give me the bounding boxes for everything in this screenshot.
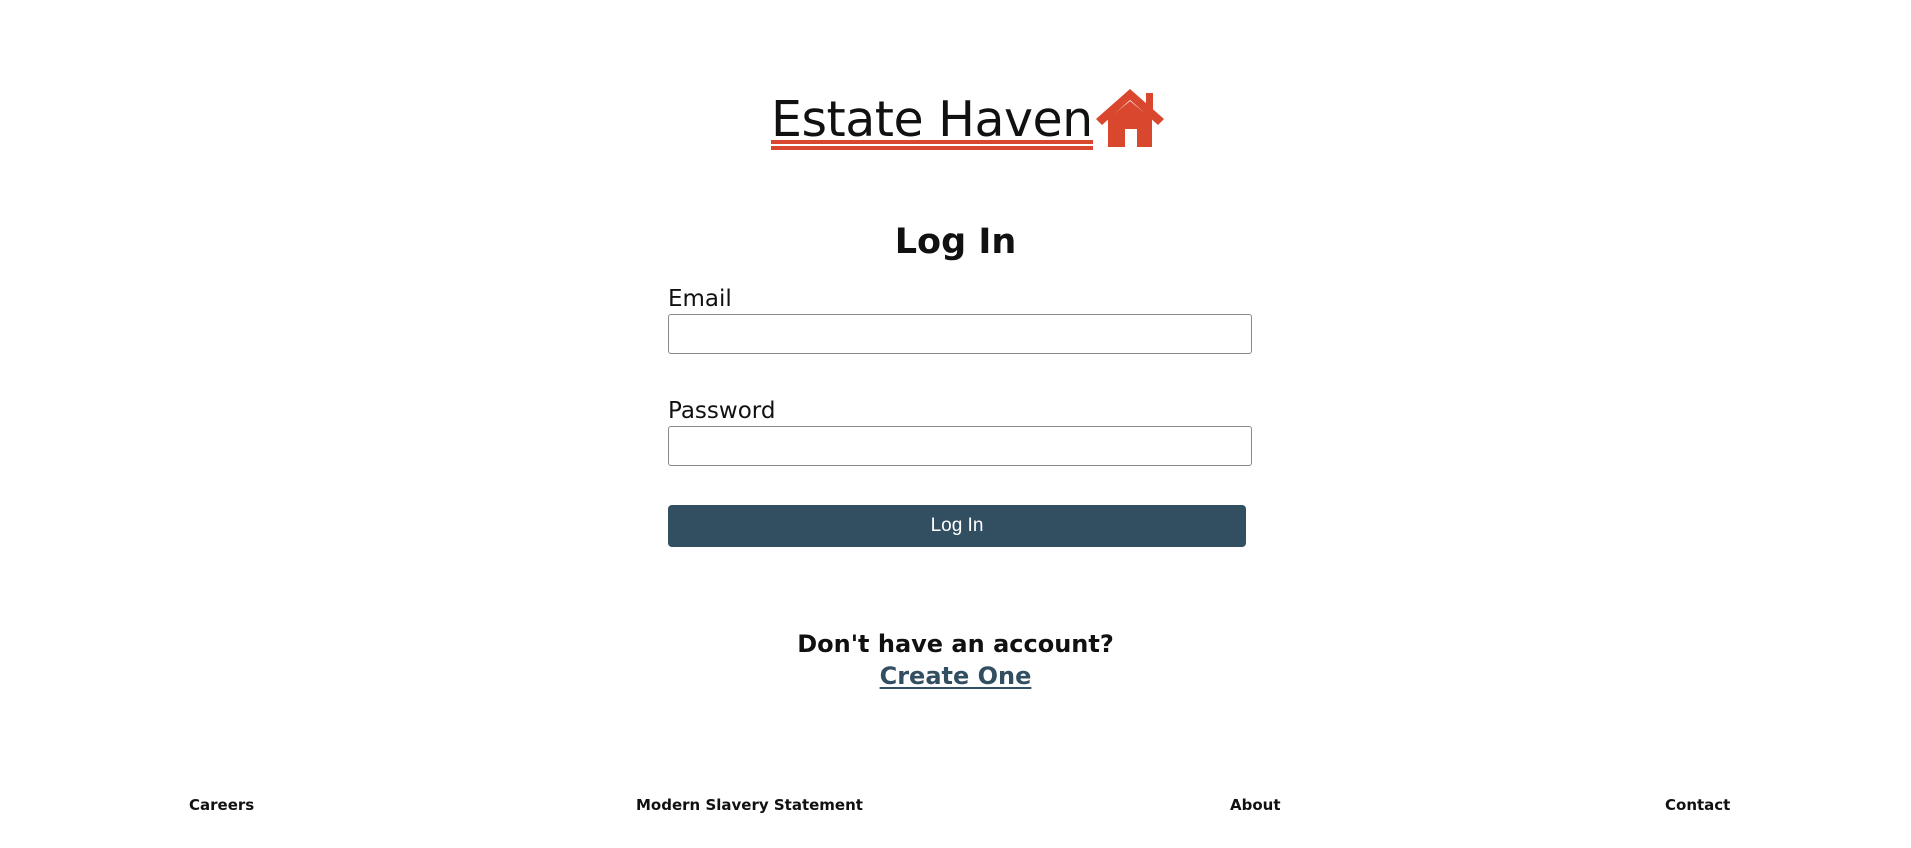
email-field[interactable] [668, 314, 1252, 354]
footer-nav: Careers Modern Slavery Statement About C… [0, 795, 1911, 819]
brand-logo-link[interactable]: Estate Haven [771, 80, 1166, 150]
login-form: Email Password Log In [668, 285, 1252, 547]
email-field-group: Email [668, 285, 1252, 354]
signup-prompt: Don't have an account? Create One [0, 628, 1911, 692]
footer-link-contact[interactable]: Contact [1665, 795, 1730, 815]
password-field-group: Password [668, 397, 1252, 466]
create-account-link[interactable]: Create One [880, 660, 1032, 692]
brand-wordmark: Estate Haven [771, 95, 1093, 150]
brand-name: Estate Haven [771, 91, 1093, 148]
page-title: Log In [894, 222, 1017, 262]
signup-question: Don't have an account? [797, 630, 1114, 658]
password-field[interactable] [668, 426, 1252, 466]
brand-underline [771, 140, 1093, 150]
footer-link-about[interactable]: About [1230, 795, 1281, 815]
footer-link-modern-slavery-statement[interactable]: Modern Slavery Statement [636, 795, 863, 815]
login-page: Estate Haven Log In Email Password Log I… [0, 0, 1911, 848]
house-icon [1095, 89, 1164, 147]
password-label: Password [668, 398, 776, 424]
login-button[interactable]: Log In [668, 505, 1246, 547]
footer-link-careers[interactable]: Careers [189, 795, 254, 815]
email-label: Email [668, 286, 732, 312]
